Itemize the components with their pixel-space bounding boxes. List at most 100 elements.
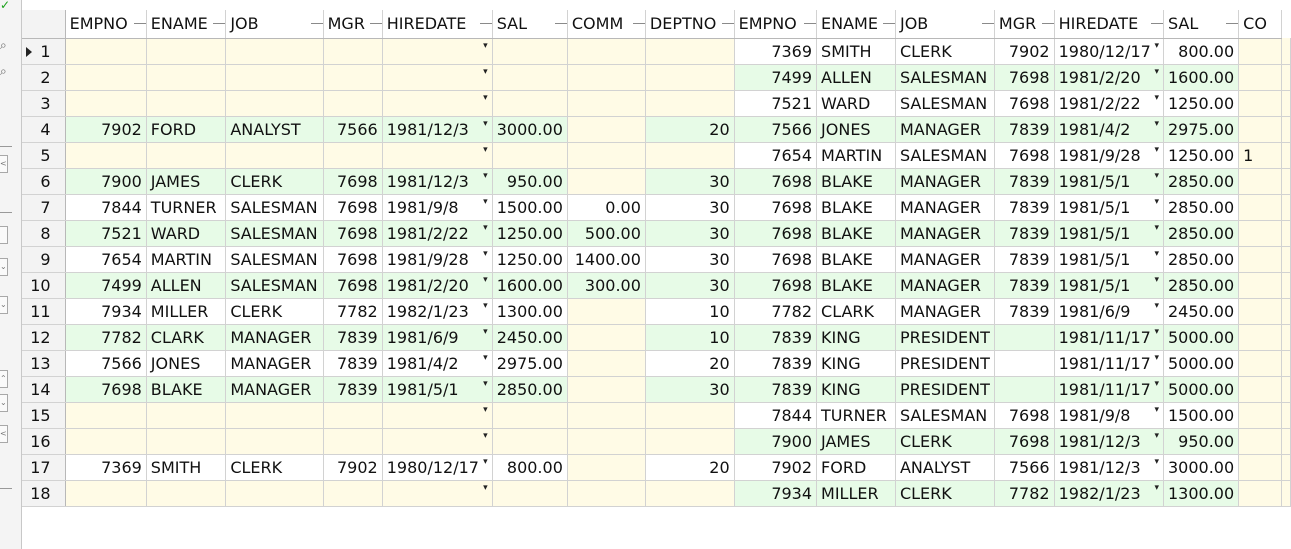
grid-cell[interactable] bbox=[65, 402, 147, 429]
table-row[interactable]: 13 7566 JONES MANAGER 7839 1981/4/2 ▾ 2975.00 20… bbox=[22, 350, 1291, 377]
grid-cell[interactable]: BLAKE bbox=[816, 246, 896, 273]
grid-cell[interactable] bbox=[1238, 480, 1282, 507]
grid-cell[interactable] bbox=[146, 480, 227, 507]
grid-cell[interactable] bbox=[1238, 350, 1282, 377]
table-row[interactable]: 1 ▾ 7369 SMITH CLERK 7902 1980/12/17 ▾ 800.00 bbox=[22, 38, 1291, 65]
grid-cell[interactable]: JAMES bbox=[146, 168, 227, 195]
grid-cell[interactable]: 2450.00 bbox=[492, 324, 568, 351]
grid-cell[interactable]: 1981/5/1 ▾ bbox=[1054, 272, 1164, 299]
grid-cell[interactable]: MILLER bbox=[816, 480, 896, 507]
grid-cell[interactable] bbox=[225, 38, 324, 65]
grid-cell[interactable]: 1500.00 bbox=[1163, 402, 1240, 429]
grid-cell[interactable]: 7934 bbox=[65, 298, 147, 325]
column-header[interactable]: CO bbox=[1238, 10, 1282, 39]
grid-cell[interactable]: 10 bbox=[645, 298, 735, 325]
column-header[interactable]: EMPNO bbox=[65, 10, 147, 39]
grid-cell[interactable] bbox=[1238, 64, 1282, 91]
dropdown-arrow-icon[interactable]: ▾ bbox=[1154, 249, 1159, 259]
grid-cell[interactable]: 2975.00 bbox=[1163, 116, 1240, 143]
grid-cell[interactable]: 7839 bbox=[994, 116, 1055, 143]
grid-cell[interactable] bbox=[567, 90, 646, 117]
dropdown-arrow-icon[interactable]: ▾ bbox=[483, 67, 488, 77]
grid-cell[interactable]: 7369 bbox=[65, 454, 147, 481]
grid-cell[interactable]: 7839 bbox=[734, 350, 818, 377]
grid-cell[interactable]: 30 bbox=[645, 220, 735, 247]
grid-cell[interactable]: 800.00 bbox=[1163, 38, 1240, 65]
column-header[interactable]: JOB bbox=[895, 10, 995, 39]
row-number[interactable]: 1 bbox=[22, 38, 66, 65]
grid-cell[interactable]: SMITH bbox=[816, 38, 896, 65]
grid-cell[interactable] bbox=[225, 64, 324, 91]
grid-cell[interactable] bbox=[65, 64, 147, 91]
grid-cell[interactable]: 1981/9/8 ▾ bbox=[382, 194, 493, 221]
grid-cell[interactable]: 1981/2/20 ▾ bbox=[382, 272, 493, 299]
row-number[interactable]: 10 bbox=[22, 272, 66, 299]
grid-cell[interactable]: 7698 bbox=[994, 428, 1055, 455]
grid-cell[interactable]: 1250.00 bbox=[492, 220, 568, 247]
grid-cell[interactable]: 1300.00 bbox=[492, 298, 568, 325]
grid-cell[interactable]: 7698 bbox=[65, 376, 147, 403]
grid-cell[interactable]: 7934 bbox=[734, 480, 818, 507]
column-header[interactable]: EMPNO bbox=[734, 10, 818, 39]
grid-cell[interactable]: 1981/9/28 ▾ bbox=[382, 246, 493, 273]
table-row[interactable]: 16 ▾ 7900 JAMES CLERK 7698 1981/12/3 ▾ 950.00 bbox=[22, 428, 1291, 455]
grid-cell[interactable]: 2450.00 bbox=[1163, 298, 1240, 325]
grid-cell[interactable]: 7566 bbox=[323, 116, 383, 143]
grid-cell[interactable]: SMITH bbox=[146, 454, 227, 481]
grid-cell[interactable]: 1981/4/2 ▾ bbox=[382, 350, 493, 377]
dropdown-arrow-icon[interactable]: ▾ bbox=[483, 249, 488, 259]
grid-cell[interactable]: CLERK bbox=[225, 168, 324, 195]
row-number[interactable]: 6 bbox=[22, 168, 66, 195]
grid-cell[interactable] bbox=[567, 64, 646, 91]
grid-cell[interactable]: 2850.00 bbox=[492, 376, 568, 403]
row-number[interactable]: 13 bbox=[22, 350, 66, 377]
grid-cell[interactable]: 30 bbox=[645, 246, 735, 273]
grid-cell[interactable] bbox=[567, 376, 646, 403]
dropdown-arrow-icon[interactable]: ▾ bbox=[483, 379, 488, 389]
grid-cell[interactable]: ALLEN bbox=[816, 64, 896, 91]
grid-cell[interactable]: ▾ bbox=[382, 142, 493, 169]
row-number[interactable]: 7 bbox=[22, 194, 66, 221]
dropdown-arrow-icon[interactable]: ▾ bbox=[1154, 171, 1159, 181]
grid-cell[interactable]: 1981/11/17 ▾ bbox=[1054, 324, 1164, 351]
grid-cell[interactable] bbox=[1238, 246, 1282, 273]
grid-cell[interactable]: SALESMAN bbox=[895, 142, 995, 169]
grid-cell[interactable]: 7566 bbox=[994, 454, 1055, 481]
grid-cell[interactable]: 2850.00 bbox=[1163, 246, 1240, 273]
grid-cell[interactable]: 7782 bbox=[994, 480, 1055, 507]
grid-cell[interactable] bbox=[323, 38, 383, 65]
grid-cell[interactable] bbox=[1238, 220, 1282, 247]
grid-cell[interactable]: 1981/5/1 ▾ bbox=[1054, 246, 1164, 273]
grid-cell[interactable] bbox=[492, 142, 568, 169]
grid-cell[interactable]: 1981/5/1 ▾ bbox=[1054, 194, 1164, 221]
row-number[interactable]: 17 bbox=[22, 454, 66, 481]
grid-cell[interactable]: MANAGER bbox=[895, 298, 995, 325]
grid-cell[interactable]: BLAKE bbox=[816, 194, 896, 221]
table-row[interactable]: 10 7499 ALLEN SALESMAN 7698 1981/2/20 ▾ 1600.00… bbox=[22, 272, 1291, 299]
grid-cell[interactable] bbox=[567, 324, 646, 351]
grid-cell[interactable]: MILLER bbox=[146, 298, 227, 325]
grid-cell[interactable]: 1981/9/28 ▾ bbox=[1054, 142, 1164, 169]
table-row[interactable]: 6 7900 JAMES CLERK 7698 1981/12/3 ▾ 950.00 30 769… bbox=[22, 168, 1291, 195]
row-number[interactable]: 15 bbox=[22, 402, 66, 429]
grid-cell[interactable]: 7902 bbox=[734, 454, 818, 481]
grid-cell[interactable] bbox=[567, 480, 646, 507]
grid-cell[interactable]: 1982/1/23 ▾ bbox=[382, 298, 493, 325]
grid-cell[interactable]: 30 bbox=[645, 376, 735, 403]
grid-cell[interactable] bbox=[1238, 298, 1282, 325]
grid-cell[interactable] bbox=[146, 142, 227, 169]
grid-cell[interactable] bbox=[146, 90, 227, 117]
grid-cell[interactable]: 1981/6/9 ▾ bbox=[1054, 298, 1164, 325]
grid-cell[interactable]: MANAGER bbox=[895, 194, 995, 221]
grid-cell[interactable]: 30 bbox=[645, 194, 735, 221]
grid-cell[interactable]: 7839 bbox=[994, 194, 1055, 221]
grid-cell[interactable]: ALLEN bbox=[146, 272, 227, 299]
grid-cell[interactable]: CLERK bbox=[895, 38, 995, 65]
dropdown-arrow-icon[interactable]: ▾ bbox=[483, 431, 488, 441]
grid-cell[interactable]: JAMES bbox=[816, 428, 896, 455]
grid-cell[interactable]: CLARK bbox=[146, 324, 227, 351]
magnifier-icon[interactable]: ⌕ bbox=[0, 64, 12, 78]
grid-cell[interactable]: MANAGER bbox=[225, 376, 324, 403]
grid-cell[interactable] bbox=[146, 64, 227, 91]
grid-cell[interactable]: 7839 bbox=[994, 220, 1055, 247]
